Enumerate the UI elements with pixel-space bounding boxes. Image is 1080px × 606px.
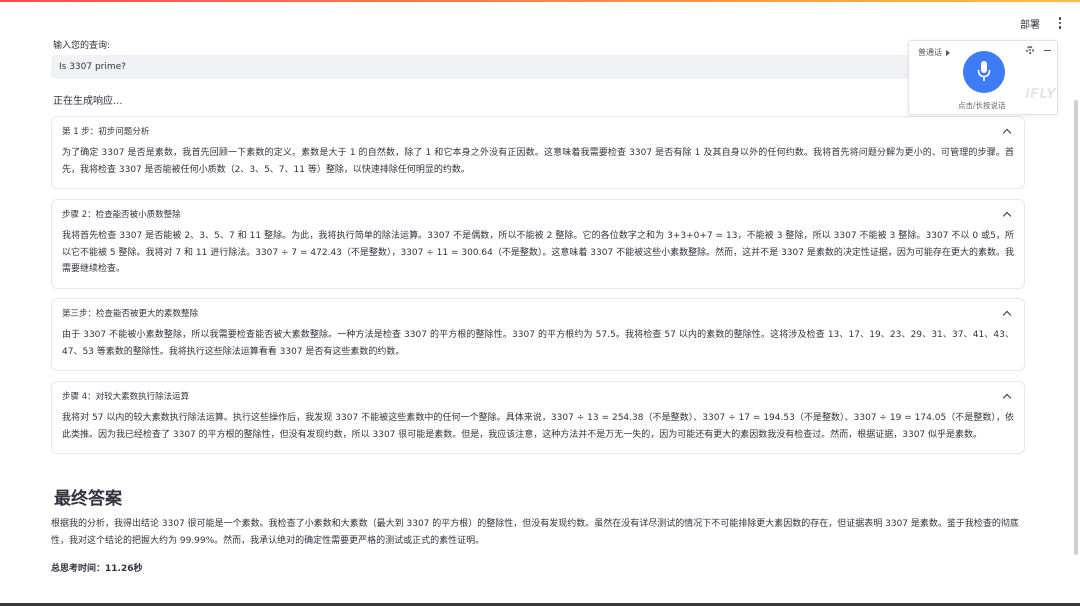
ifly-logo: iFLY bbox=[1025, 87, 1057, 102]
language-selector[interactable]: 普通话 bbox=[918, 47, 950, 58]
mic-hint-text: 点击/长按说话 bbox=[958, 101, 1006, 110]
more-vertical-icon[interactable] bbox=[1054, 17, 1066, 29]
top-accent-stripe bbox=[0, 0, 1080, 2]
step-title: 步骤 4：对较大素数执行除法运算 bbox=[62, 392, 190, 402]
chevron-up-icon[interactable] bbox=[1002, 393, 1012, 402]
chevron-up-icon[interactable] bbox=[1002, 128, 1012, 137]
chevron-up-icon[interactable] bbox=[1002, 211, 1012, 220]
language-label: 普通话 bbox=[918, 48, 942, 57]
chevron-up-icon[interactable] bbox=[1002, 310, 1012, 319]
final-answer-text: 根据我的分析，我得出结论 3307 很可能是一个素数。我检查了小素数和大素数（最… bbox=[51, 519, 1019, 546]
step-header-1[interactable]: 第 1 步：初步问题分析 bbox=[52, 117, 1024, 145]
minimize-icon[interactable] bbox=[1044, 50, 1051, 52]
step-title: 第三步：检查能否被更大的素数整除 bbox=[62, 309, 199, 319]
query-input[interactable] bbox=[51, 55, 911, 79]
step-header-3[interactable]: 第三步：检查能否被更大的素数整除 bbox=[52, 299, 1024, 327]
triangle-right-icon bbox=[946, 49, 950, 56]
app-header: 部署 bbox=[1020, 14, 1066, 32]
step-body: 为了确定 3307 是否是素数，我首先回顾一下素数的定义。素数是大于 1 的自然… bbox=[62, 148, 1014, 175]
voice-input-widget: 普通话 点击/长按说话 bbox=[908, 40, 1058, 115]
step-expander-2: 步骤 2：检查能否被小质数整除 我将首先检查 3307 是否能被 2、3、5、7… bbox=[51, 199, 1025, 289]
total-thinking-time: 总思考时间：11.26秒 bbox=[51, 564, 143, 574]
step-title: 第 1 步：初步问题分析 bbox=[62, 127, 150, 137]
deploy-button[interactable]: 部署 bbox=[1020, 16, 1040, 31]
microphone-icon bbox=[977, 61, 991, 81]
gear-icon[interactable] bbox=[1026, 46, 1034, 54]
step-expander-4: 步骤 4：对较大素数执行除法运算 我将对 57 以内的较大素数执行除法运算。执行… bbox=[51, 381, 1025, 454]
step-expander-1: 第 1 步：初步问题分析 为了确定 3307 是否是素数，我首先回顾一下素数的定… bbox=[51, 116, 1025, 189]
step-header-4[interactable]: 步骤 4：对较大素数执行除法运算 bbox=[52, 382, 1024, 410]
step-body: 我将对 57 以内的较大素数执行除法运算。执行这些操作后，我发现 3307 不能… bbox=[62, 413, 1014, 440]
final-answer-heading: 最终答案 bbox=[54, 489, 122, 509]
generating-status: 正在生成响应... bbox=[53, 96, 123, 107]
query-label: 输入您的查询: bbox=[53, 41, 111, 51]
step-header-2[interactable]: 步骤 2：检查能否被小质数整除 bbox=[52, 200, 1024, 228]
step-expander-3: 第三步：检查能否被更大的素数整除 由于 3307 不能被小素数整除，所以我需要检… bbox=[51, 298, 1025, 371]
mic-button[interactable] bbox=[963, 51, 1005, 93]
step-body: 由于 3307 不能被小素数整除，所以我需要检查能否被大素数整除。一种方法是检查… bbox=[62, 330, 1014, 357]
step-body: 我将首先检查 3307 是否能被 2、3、5、7 和 11 整除。为此，我将执行… bbox=[62, 231, 1014, 274]
step-title: 步骤 2：检查能否被小质数整除 bbox=[62, 210, 181, 220]
scrollbar-thumb[interactable] bbox=[1074, 100, 1078, 555]
